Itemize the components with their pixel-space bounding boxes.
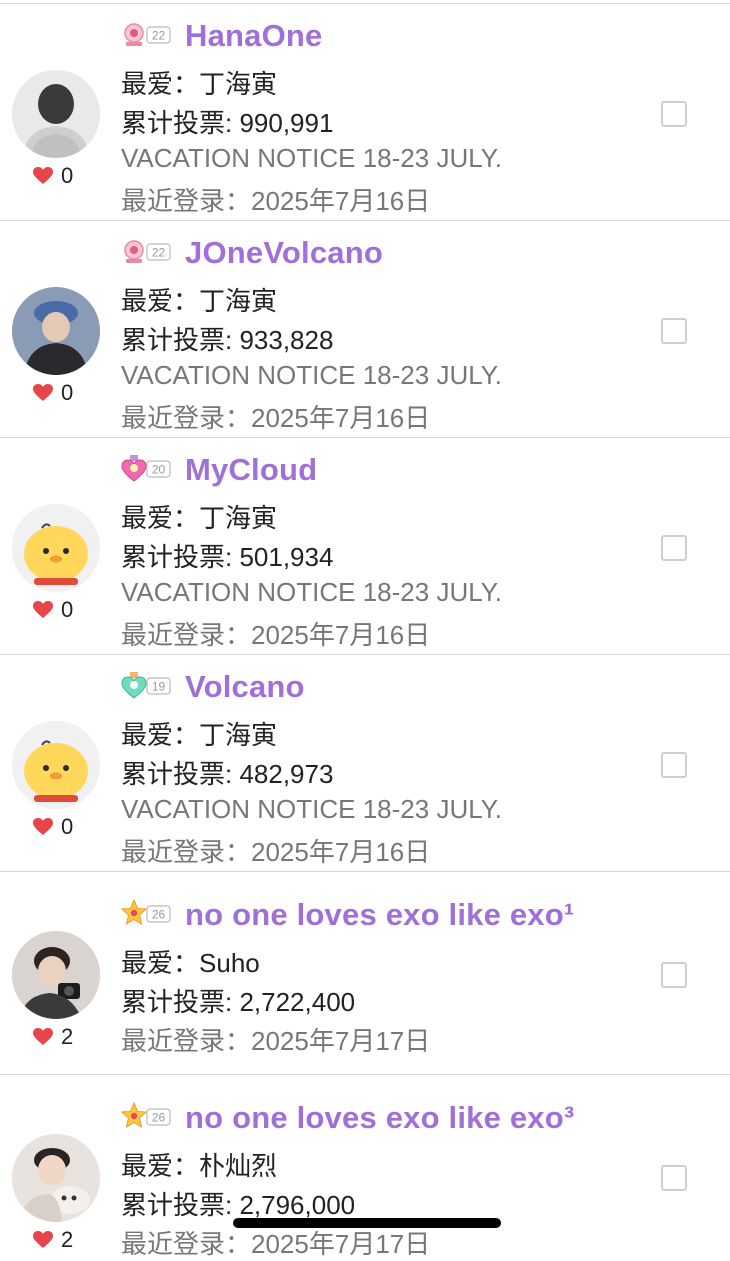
user-row[interactable]: 22 JOneVolcano 0 最爱：丁海寅 累计投票: 933,828 VA…: [0, 220, 730, 437]
last-login-line: 最近登录：2025年7月16日: [121, 837, 431, 867]
last-login-line: 最近登录：2025年7月16日: [121, 620, 431, 650]
green-heart-medal-badge-icon: 19: [121, 672, 171, 699]
likes-count: 2: [61, 1024, 74, 1049]
select-checkbox[interactable]: [661, 962, 687, 988]
user-name[interactable]: Volcano: [185, 669, 305, 705]
star-badge-icon: 26: [121, 899, 171, 926]
likes[interactable]: 0: [33, 163, 93, 189]
avatar[interactable]: [12, 287, 100, 375]
notice-text: VACATION NOTICE 18-23 JULY.: [121, 143, 502, 173]
favorite-line: 最爱：朴灿烈: [121, 1151, 278, 1181]
level-number: 19: [152, 680, 166, 694]
avatar[interactable]: [12, 70, 100, 158]
user-name[interactable]: HanaOne: [185, 18, 323, 54]
likes-count: 0: [61, 163, 74, 188]
level-number: 22: [152, 29, 166, 43]
avatar[interactable]: [12, 931, 100, 1019]
avatar[interactable]: [12, 504, 100, 592]
last-login-line: 最近登录：2025年7月17日: [121, 1026, 431, 1056]
likes-count: 2: [61, 1227, 74, 1252]
pink-trophy-badge-icon: 22: [124, 240, 171, 263]
select-checkbox[interactable]: [661, 318, 687, 344]
votes-line: 累计投票: 2,796,000: [121, 1190, 356, 1220]
notice-text: VACATION NOTICE 18-23 JULY.: [121, 577, 502, 607]
heart-icon: [33, 1028, 53, 1045]
likes[interactable]: 0: [33, 380, 93, 406]
likes[interactable]: 2: [33, 1024, 93, 1050]
likes-count: 0: [61, 814, 74, 839]
heart-icon: [33, 601, 53, 618]
user-name[interactable]: no one loves exo like exo¹: [185, 897, 574, 933]
votes-line: 累计投票: 990,991: [121, 108, 334, 138]
heart-icon: [33, 1231, 53, 1248]
select-checkbox[interactable]: [661, 535, 687, 561]
user-row[interactable]: 20 MyCloud 0 最爱：丁海寅 累计投票: 501,934 VACATI…: [0, 437, 730, 654]
level-number: 26: [152, 908, 166, 922]
user-row[interactable]: 19 Volcano 0 最爱：丁海寅 累计投票: 482,973 VACATI…: [0, 654, 730, 871]
star-badge-icon: 26: [121, 1102, 171, 1129]
last-login-line: 最近登录：2025年7月16日: [121, 186, 431, 216]
favorite-line: 最爱：丁海寅: [121, 286, 278, 316]
heart-icon: [33, 818, 53, 835]
select-checkbox[interactable]: [661, 752, 687, 778]
likes-count: 0: [61, 597, 74, 622]
heart-icon: [33, 167, 53, 184]
level-number: 26: [152, 1111, 166, 1125]
level-number: 20: [152, 463, 166, 477]
last-login-line: 最近登录：2025年7月16日: [121, 403, 431, 433]
votes-line: 累计投票: 482,973: [121, 759, 334, 789]
favorite-line: 最爱：丁海寅: [121, 69, 278, 99]
likes[interactable]: 2: [33, 1227, 93, 1253]
user-row[interactable]: 26 no one loves exo like exo¹ 2 最爱：Suho …: [0, 871, 730, 1074]
level-number: 22: [152, 246, 166, 260]
select-checkbox[interactable]: [661, 1165, 687, 1191]
notice-text: VACATION NOTICE 18-23 JULY.: [121, 794, 502, 824]
likes-count: 0: [61, 380, 74, 405]
votes-line: 累计投票: 933,828: [121, 325, 334, 355]
likes[interactable]: 0: [33, 597, 93, 623]
votes-line: 累计投票: 501,934: [121, 542, 334, 572]
pink-trophy-badge-icon: 22: [124, 23, 171, 46]
heart-medal-badge-icon: 20: [121, 455, 171, 482]
user-name[interactable]: MyCloud: [185, 452, 317, 488]
heart-icon: [33, 384, 53, 401]
user-name[interactable]: JOneVolcano: [185, 235, 383, 271]
avatar[interactable]: [12, 1134, 100, 1222]
select-checkbox[interactable]: [661, 101, 687, 127]
home-indicator[interactable]: [233, 1218, 501, 1228]
favorite-line: 最爱：丁海寅: [121, 503, 278, 533]
avatar[interactable]: [12, 721, 100, 809]
user-row[interactable]: 22 HanaOne 0 最爱：丁海寅 累计投票: 990,991 VACATI…: [0, 3, 730, 220]
favorite-line: 最爱：Suho: [121, 948, 260, 978]
favorite-line: 最爱：丁海寅: [121, 720, 278, 750]
notice-text: VACATION NOTICE 18-23 JULY.: [121, 360, 502, 390]
user-name[interactable]: no one loves exo like exo³: [185, 1100, 574, 1136]
votes-line: 累计投票: 2,722,400: [121, 987, 356, 1017]
likes[interactable]: 0: [33, 814, 93, 840]
